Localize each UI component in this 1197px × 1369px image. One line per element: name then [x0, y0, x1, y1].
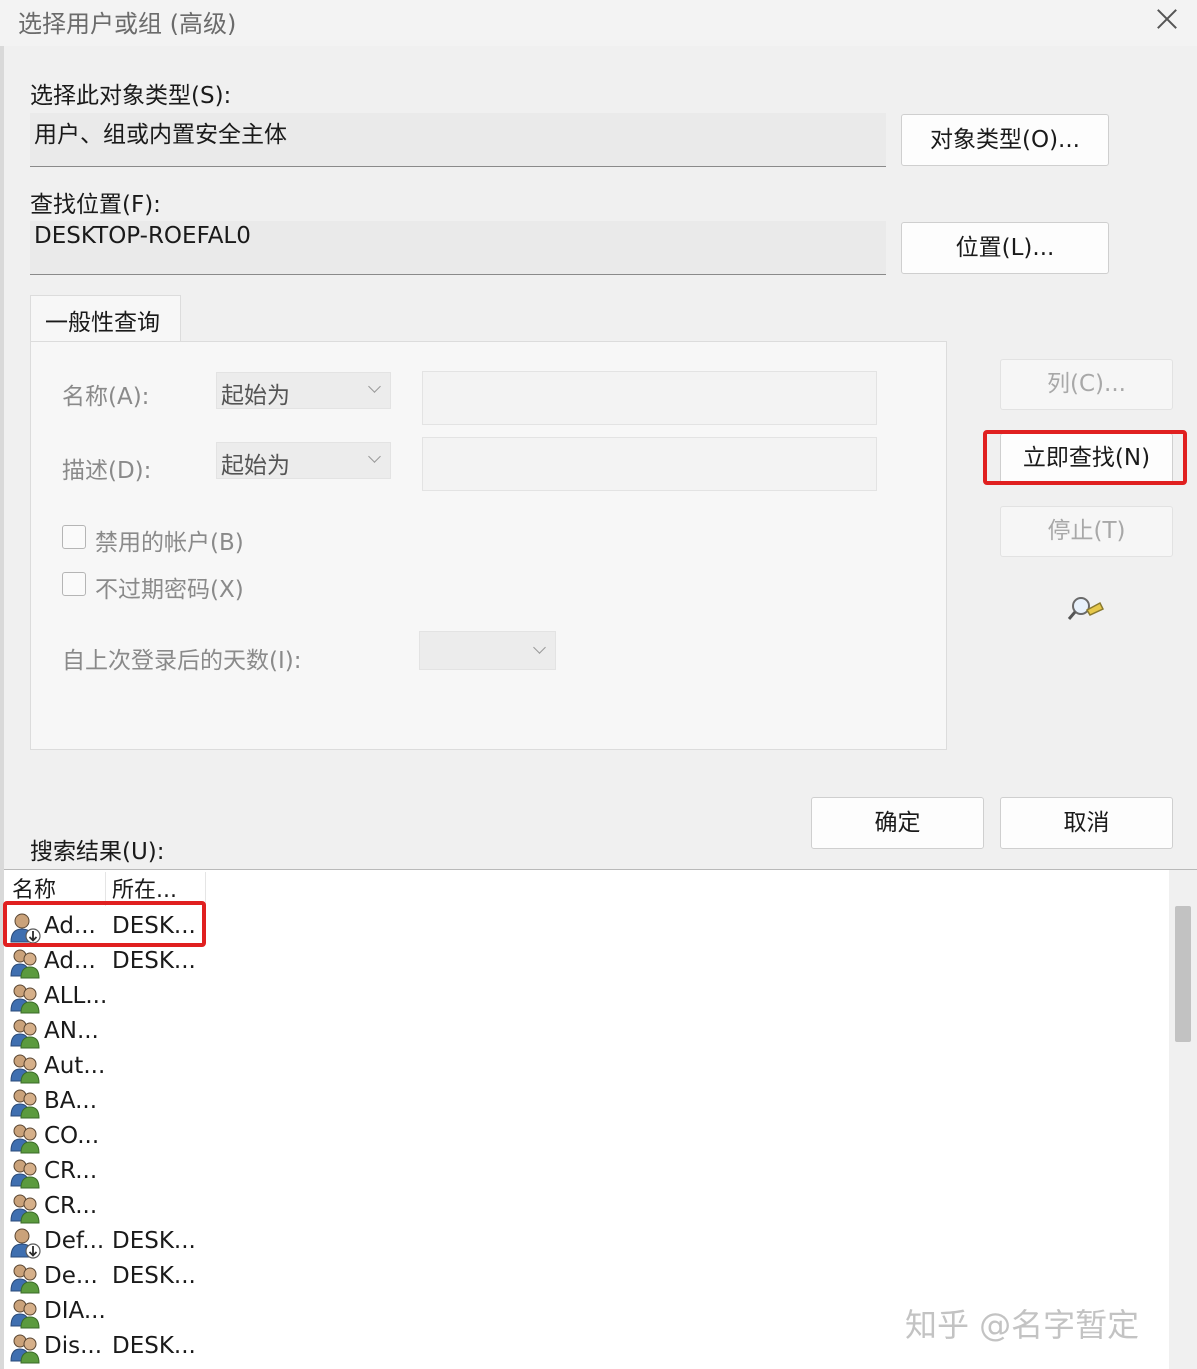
group-icon: [9, 1157, 41, 1189]
watermark: 知乎 @名字暂定: [905, 1306, 1140, 1344]
result-location: DESK...: [112, 1263, 196, 1289]
disabled-accounts-label: 禁用的帐户(B): [95, 530, 244, 556]
group-icon: [9, 1262, 41, 1294]
description-mode-value: 起始为: [221, 453, 290, 479]
search-magnifier-icon: [1067, 597, 1104, 620]
title-bar: 选择用户或组 (高级): [0, 0, 1197, 46]
user-icon: [9, 1227, 41, 1259]
group-icon: [9, 1052, 41, 1084]
table-row[interactable]: ALL...: [4, 980, 1164, 1015]
non-expiring-password-label: 不过期密码(X): [95, 577, 244, 603]
group-icon: [9, 947, 41, 979]
location-field: DESKTOP-ROEFAL0: [30, 221, 886, 275]
name-mode-value: 起始为: [221, 383, 290, 409]
table-row[interactable]: Def... DESK...: [4, 1225, 1164, 1260]
tab-general-query[interactable]: 一般性查询: [30, 295, 181, 342]
table-row[interactable]: De... DESK...: [4, 1260, 1164, 1295]
table-row[interactable]: Aut...: [4, 1050, 1164, 1085]
chevron-down-icon: [368, 380, 381, 393]
group-icon: [9, 1122, 41, 1154]
result-name: CR...: [44, 1158, 98, 1184]
table-row[interactable]: CR...: [4, 1190, 1164, 1225]
ok-button[interactable]: 确定: [811, 797, 984, 849]
description-label: 描述(D):: [62, 458, 152, 484]
selected-result-highlight: [3, 901, 206, 947]
close-icon[interactable]: [1148, 0, 1186, 38]
result-name: Def...: [44, 1228, 105, 1254]
description-mode-select[interactable]: 起始为: [216, 442, 391, 479]
description-input[interactable]: [422, 437, 877, 491]
name-label: 名称(A):: [62, 384, 150, 410]
table-row[interactable]: Ad... DESK...: [4, 945, 1164, 980]
name-mode-select[interactable]: 起始为: [216, 372, 391, 409]
days-since-logon-select[interactable]: [419, 631, 556, 670]
cancel-button[interactable]: 取消: [1000, 797, 1173, 849]
result-name: BA...: [44, 1088, 98, 1114]
result-location: DESK...: [112, 948, 196, 974]
location-label: 查找位置(F):: [30, 192, 161, 218]
object-types-button[interactable]: 对象类型(O)...: [901, 114, 1109, 166]
window-title: 选择用户或组 (高级): [18, 10, 237, 38]
result-location: DESK...: [112, 1228, 196, 1254]
group-icon: [9, 982, 41, 1014]
disabled-accounts-checkbox[interactable]: [62, 525, 86, 549]
group-icon: [9, 1017, 41, 1049]
result-name: CR...: [44, 1193, 98, 1219]
result-name: Ad...: [44, 948, 96, 974]
object-type-label: 选择此对象类型(S):: [30, 83, 232, 109]
locations-button[interactable]: 位置(L)...: [901, 222, 1109, 274]
result-name: Aut...: [44, 1053, 106, 1079]
table-row[interactable]: BA...: [4, 1085, 1164, 1120]
columns-button[interactable]: 列(C)...: [1000, 359, 1173, 410]
result-name: DIA...: [44, 1298, 106, 1324]
table-row[interactable]: AN...: [4, 1015, 1164, 1050]
name-input[interactable]: [422, 371, 877, 425]
days-since-logon-label: 自上次登录后的天数(I):: [62, 648, 302, 674]
non-expiring-password-checkbox[interactable]: [62, 572, 86, 596]
find-now-highlight: [983, 430, 1187, 485]
scrollbar-thumb[interactable]: [1175, 906, 1191, 1042]
result-location: DESK...: [112, 1333, 196, 1359]
table-row[interactable]: CO...: [4, 1120, 1164, 1155]
table-row[interactable]: CR...: [4, 1155, 1164, 1190]
group-icon: [9, 1332, 41, 1364]
result-name: CO...: [44, 1123, 100, 1149]
group-icon: [9, 1192, 41, 1224]
object-type-field: 用户、组或内置安全主体: [30, 113, 886, 167]
result-name: AN...: [44, 1018, 99, 1044]
result-name: De...: [44, 1263, 98, 1289]
stop-button[interactable]: 停止(T): [1000, 506, 1173, 557]
search-results-label: 搜索结果(U):: [30, 839, 165, 865]
chevron-down-icon: [533, 641, 546, 654]
result-name: Dis...: [44, 1333, 103, 1359]
group-icon: [9, 1087, 41, 1119]
chevron-down-icon: [368, 450, 381, 463]
group-icon: [9, 1297, 41, 1329]
result-name: ALL...: [44, 983, 108, 1009]
